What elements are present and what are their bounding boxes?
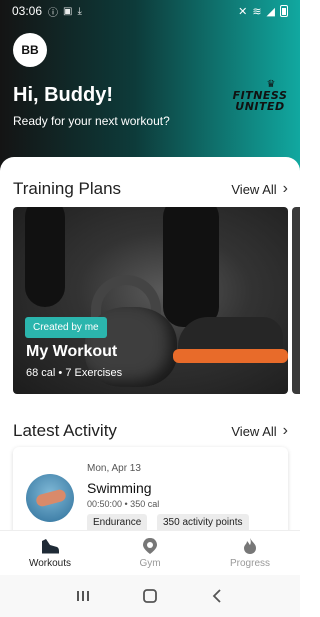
chevron-right-icon: › [282, 180, 288, 197]
training-plans-header: Training Plans View All › [13, 177, 288, 201]
section-title: Training Plans [13, 179, 122, 198]
recent-apps-icon[interactable] [74, 587, 92, 605]
swimming-image [26, 474, 74, 522]
activity-chip: 350 activity points [157, 514, 249, 530]
tab-gym[interactable]: Gym [100, 531, 200, 575]
brand-logo: ♛ FITNESS UNITED [226, 80, 294, 113]
location-pin-icon [143, 538, 157, 554]
bottom-tab-bar: Workouts Gym Progress [0, 530, 300, 575]
view-all-activity-button[interactable]: View All › [231, 422, 288, 440]
tab-workouts[interactable]: Workouts [0, 531, 100, 575]
greeting-subtitle: Ready for your next workout? [13, 114, 170, 128]
content-sheet: Training Plans View All › Created by me … [0, 157, 300, 530]
plan-meta: 68 cal • 7 Exercises [26, 367, 123, 379]
leg-image [25, 207, 65, 307]
view-all-label: View All [231, 181, 277, 197]
plan-title: My Workout [26, 343, 118, 360]
view-all-label: View All [231, 423, 277, 439]
status-right: ✕ ≋ ◢ [238, 5, 288, 18]
shoe-icon [42, 539, 59, 554]
greeting: Hi, Buddy! [13, 84, 113, 106]
tab-label: Gym [139, 558, 161, 569]
activity-chip: Endurance [87, 514, 148, 530]
system-nav-bar [0, 575, 300, 617]
next-plan-card-peek[interactable] [292, 207, 300, 394]
activity-name: Swimming [87, 480, 152, 496]
view-all-plans-button[interactable]: View All › [231, 180, 288, 198]
signal-icon: ◢ [266, 5, 275, 18]
chevron-right-icon: › [282, 422, 288, 439]
status-time: 03:06 [12, 4, 43, 18]
clipboard-icon: ▣ [63, 5, 73, 17]
shoe-sole-image [173, 349, 288, 363]
swimmer-figure [34, 488, 68, 508]
logo-line-2: UNITED [235, 100, 285, 113]
flame-icon [244, 538, 256, 554]
header: 03:06 ⓘ ▣ ⤓ ✕ ≋ ◢ BB Hi, Buddy! Ready fo… [0, 0, 300, 175]
activity-meta: 00:50:00 • 350 cal [87, 499, 160, 509]
training-plan-card[interactable]: Created by me My Workout 68 cal • 7 Exer… [13, 207, 288, 394]
tab-progress[interactable]: Progress [200, 531, 300, 575]
created-by-me-badge: Created by me [25, 317, 107, 338]
home-icon[interactable] [141, 587, 159, 605]
battery-icon [280, 5, 288, 17]
section-title: Latest Activity [13, 421, 117, 440]
tab-label: Workouts [28, 558, 72, 569]
download-icon: ⤓ [77, 5, 82, 17]
status-bar: 03:06 ⓘ ▣ ⤓ ✕ ≋ ◢ [0, 0, 300, 22]
info-icon: ⓘ [48, 7, 59, 19]
back-icon[interactable] [208, 587, 226, 605]
tab-label: Progress [229, 558, 270, 569]
avatar[interactable]: BB [13, 33, 47, 67]
mute-icon: ✕ [238, 5, 248, 18]
activity-date: Mon, Apr 13 [87, 463, 141, 474]
latest-activity-header: Latest Activity View All › [13, 419, 288, 443]
leg-image [163, 207, 219, 327]
wifi-icon: ≋ [252, 5, 262, 18]
activity-card[interactable]: Mon, Apr 13 Swimming 00:50:00 • 350 cal … [13, 447, 288, 530]
